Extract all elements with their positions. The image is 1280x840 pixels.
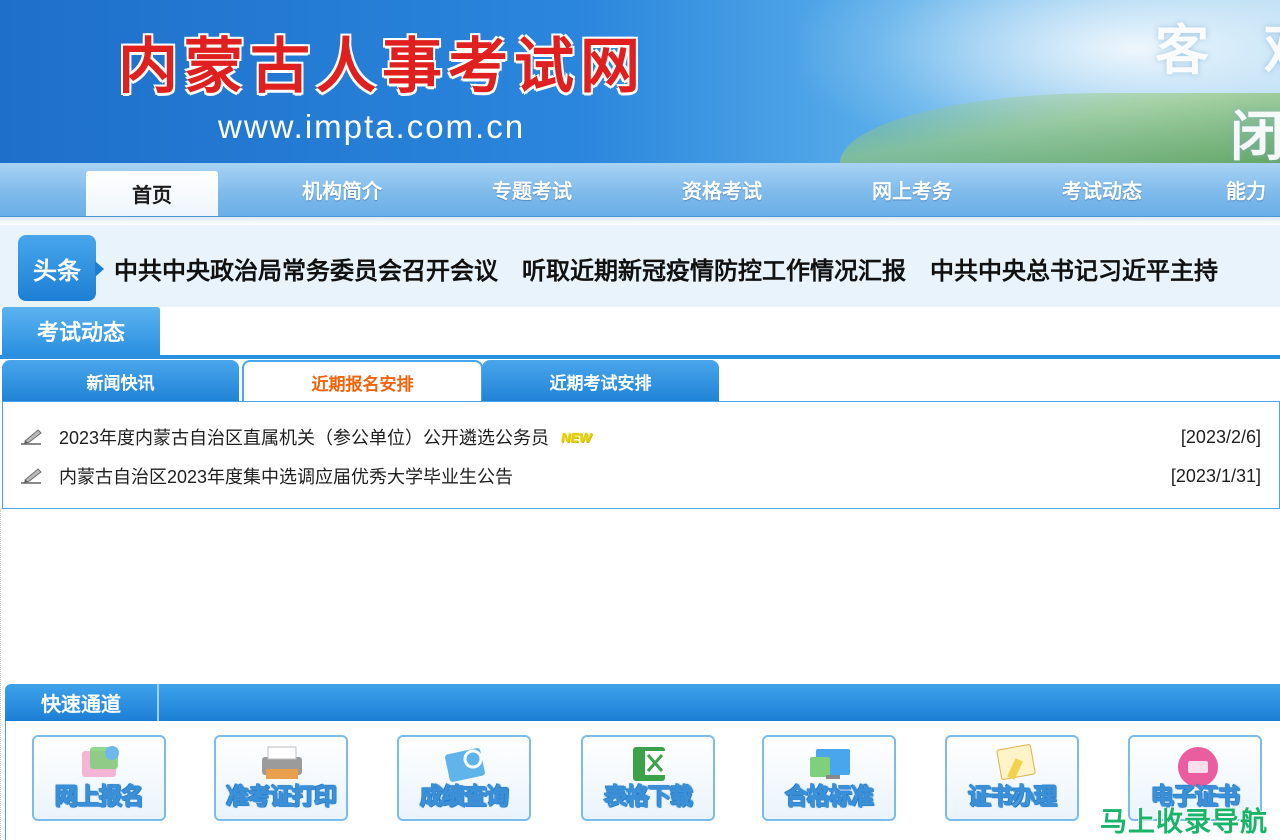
quick-tile-label: 合格标准 (785, 783, 875, 810)
tab-recent-exams[interactable]: 近期考试安排 (482, 360, 719, 402)
pencil-paper-icon (19, 427, 45, 447)
quick-tile-online-registration[interactable]: 网上报名 (32, 735, 166, 821)
quick-tile-label: 证书办理 (968, 783, 1058, 810)
headline-text[interactable]: 中共中央政治局常务委员会召开会议 听取近期新冠疫情防控工作情况汇报 中共中央总书… (114, 251, 1218, 286)
pencil-paper-icon (19, 466, 45, 486)
tab-news-flash[interactable]: 新闻快讯 (2, 360, 239, 402)
quick-tile-label: 网上报名 (55, 783, 145, 810)
list-item: 内蒙古自治区2023年度集中选调应届优秀大学毕业生公告 [2023/1/31] (19, 461, 1261, 491)
quick-tile-label: 表格下载 (604, 783, 694, 810)
nav-item-home[interactable]: 首页 (86, 171, 218, 216)
nav-item-about[interactable]: 机构简介 (276, 163, 408, 216)
quick-tile-label: 准考证打印 (226, 783, 338, 810)
banner-slogan-line2: 闭 (1230, 104, 1280, 163)
nav-divider (0, 217, 1280, 225)
headline-bar: 头条 中共中央政治局常务委员会召开会议 听取近期新冠疫情防控工作情况汇报 中共中… (0, 225, 1280, 307)
nav-item-qualification-exams[interactable]: 资格考试 (656, 163, 788, 216)
quick-channel-title: 快速通道 (5, 684, 159, 721)
nav-item-special-exams[interactable]: 专题考试 (466, 163, 598, 216)
quick-tile-label: 成绩查询 (420, 783, 510, 810)
nav-item-ability[interactable]: 能力 (1226, 163, 1280, 216)
exam-news-tabs: 新闻快讯 近期报名安排 近期考试安排 (0, 360, 1280, 402)
news-title[interactable]: 内蒙古自治区2023年度集中选调应届优秀大学毕业生公告 (59, 463, 513, 489)
banner-slogan-line1: 客 观 (1155, 18, 1280, 82)
site-title: 内蒙古人事考试网 (118, 32, 646, 102)
news-date: [2023/1/31] (1170, 465, 1261, 486)
nav-item-exam-news[interactable]: 考试动态 (1036, 163, 1168, 216)
quick-tile-pass-standard[interactable]: 合格标准 (762, 735, 896, 821)
headline-badge: 头条 (18, 235, 104, 301)
quick-channel-header: 快速通道 (5, 684, 1280, 721)
quick-tile-form-download[interactable]: 表格下载 (581, 735, 715, 821)
list-item: 2023年度内蒙古自治区直属机关（参公单位）公开遴选公务员 NEW [2023/… (19, 422, 1261, 452)
news-list: 2023年度内蒙古自治区直属机关（参公单位）公开遴选公务员 NEW [2023/… (2, 401, 1280, 509)
watermark-text: 马上收录导航 (1100, 807, 1268, 837)
header-banner: 内蒙古人事考试网 www.impta.com.cn 客 观 闭 (0, 0, 1280, 163)
news-title[interactable]: 2023年度内蒙古自治区直属机关（参公单位）公开遴选公务员 (59, 424, 549, 450)
site-url: www.impta.com.cn (218, 108, 526, 145)
quick-tile-score-query[interactable]: 成绩查询 (397, 735, 531, 821)
quick-tile-certificate[interactable]: 证书办理 (945, 735, 1079, 821)
quick-tile-admission-ticket[interactable]: 准考证打印 (214, 735, 348, 821)
exam-news-title: 考试动态 (2, 307, 160, 355)
new-badge: NEW (561, 429, 592, 445)
exam-news-header: 考试动态 (0, 307, 1280, 359)
tab-recent-registration[interactable]: 近期报名安排 (242, 360, 483, 402)
news-date: [2023/2/6] (1180, 426, 1261, 447)
nav-item-online-affairs[interactable]: 网上考务 (846, 163, 978, 216)
main-nav: 首页 机构简介 专题考试 资格考试 网上考务 考试动态 能力 (0, 163, 1280, 217)
left-dotted-border (0, 510, 1, 840)
